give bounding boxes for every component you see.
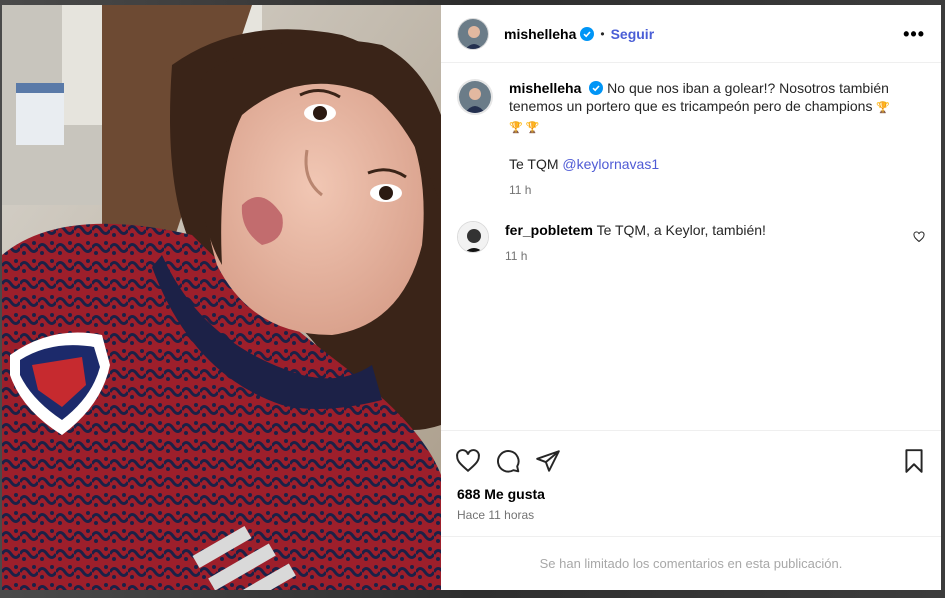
caption-second-line: Te TQM — [509, 156, 563, 172]
comment-text: Te TQM, a Keylor, también! — [596, 222, 766, 238]
caption-username[interactable]: mishelleha — [509, 80, 581, 96]
selfie-illustration — [2, 5, 441, 590]
comment-body: fer_pobletem Te TQM, a Keylor, también! … — [505, 221, 900, 265]
comments-limited-notice: Se han limitado los comentarios en esta … — [441, 536, 941, 590]
bookmark-icon[interactable] — [901, 448, 927, 474]
post-header: mishelleha • Seguir ••• — [441, 5, 941, 63]
action-bar — [441, 430, 941, 490]
likes-count[interactable]: 688 Me gusta — [441, 486, 941, 502]
caption-author-avatar[interactable] — [457, 79, 493, 115]
heart-icon[interactable] — [455, 448, 481, 474]
comment-timestamp[interactable]: 11 h — [505, 247, 900, 265]
post-modal: mishelleha • Seguir ••• mishelleha No qu… — [2, 5, 941, 590]
caption: mishelleha No que nos iban a golear!? No… — [457, 79, 925, 199]
post-photo[interactable] — [2, 5, 441, 590]
commenter-avatar[interactable] — [457, 221, 489, 253]
more-options-icon[interactable]: ••• — [903, 25, 925, 43]
trophy-emoji-line: 🏆 🏆 — [509, 122, 540, 134]
commenter-username[interactable]: fer_pobletem — [505, 222, 593, 238]
comments-section: mishelleha No que nos iban a golear!? No… — [441, 63, 941, 430]
paper-plane-icon[interactable] — [535, 448, 561, 474]
header-separator: • — [600, 26, 605, 41]
caption-body: mishelleha No que nos iban a golear!? No… — [509, 79, 904, 199]
trophy-emoji: 🏆 — [876, 102, 891, 114]
verified-badge-icon — [589, 81, 604, 95]
post-details-panel: mishelleha • Seguir ••• mishelleha No qu… — [441, 5, 941, 590]
author-username[interactable]: mishelleha — [504, 26, 576, 42]
verified-badge-icon — [580, 26, 595, 41]
comment-bubble-icon[interactable] — [495, 448, 521, 474]
mention-link[interactable]: @keylornavas1 — [562, 156, 659, 172]
follow-button[interactable]: Seguir — [611, 26, 655, 42]
caption-timestamp[interactable]: 11 h — [509, 181, 904, 199]
comment-item: fer_pobletem Te TQM, a Keylor, también! … — [457, 221, 925, 265]
comment-like-heart-icon[interactable] — [913, 231, 925, 243]
post-time[interactable]: Hace 11 horas — [441, 508, 941, 522]
author-avatar[interactable] — [457, 17, 489, 50]
